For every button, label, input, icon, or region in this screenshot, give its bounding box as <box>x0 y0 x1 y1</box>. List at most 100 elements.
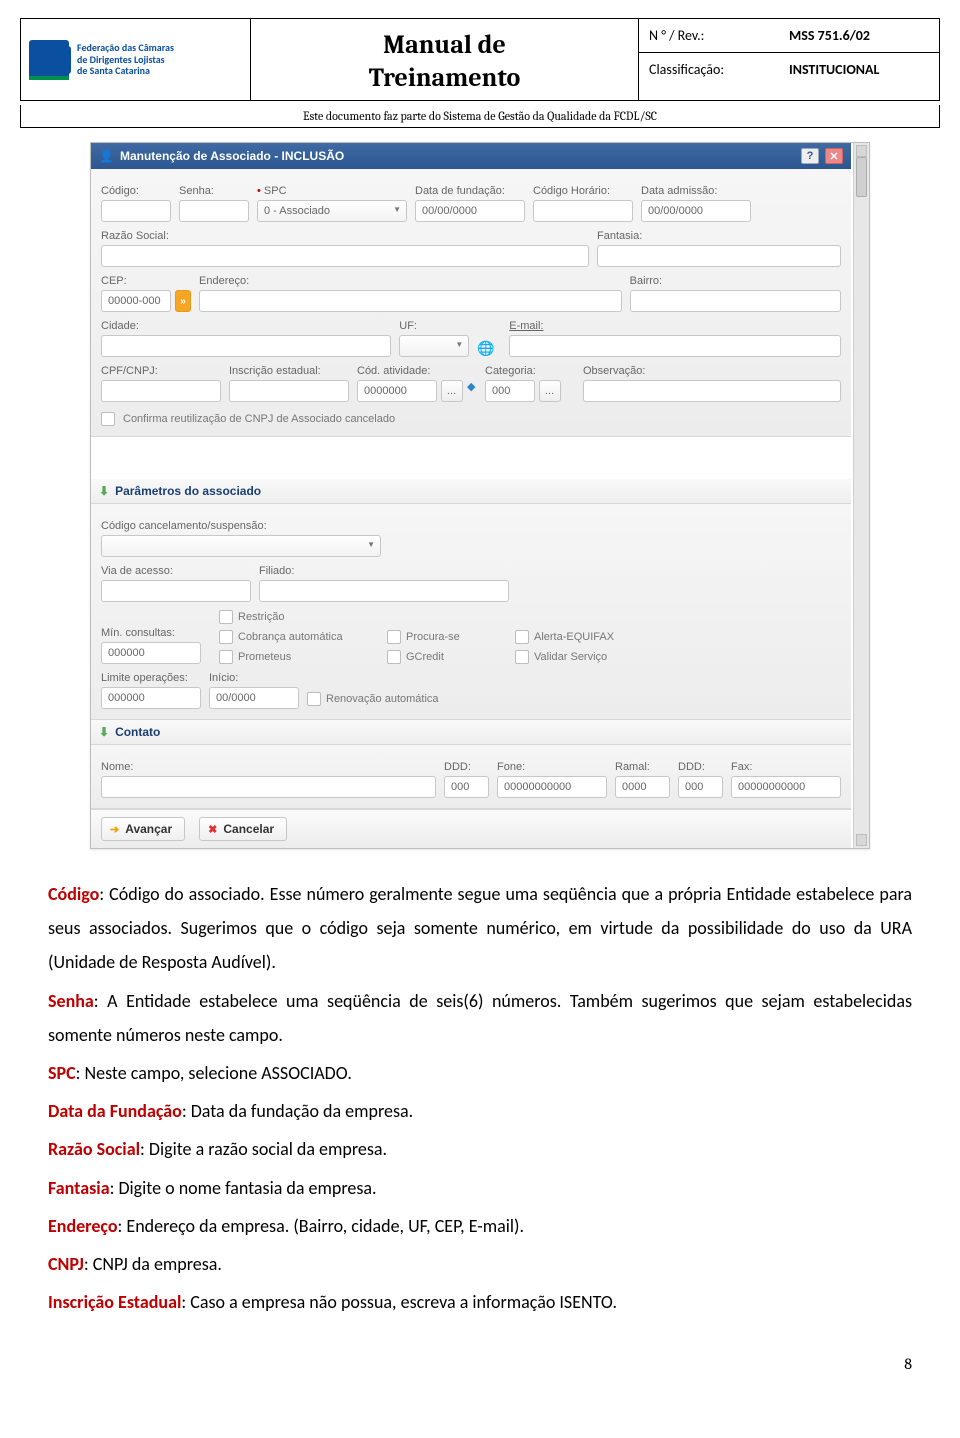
header-meta: N ° / Rev.: MSS 751.6/02 Classificação: … <box>639 19 939 100</box>
label-cod-cancel: Código cancelamento/suspensão: <box>101 520 381 532</box>
input-bairro[interactable] <box>630 290 841 312</box>
label-confirma-cnpj: Confirma reutilização de CNPJ de Associa… <box>123 413 395 425</box>
input-insc-est[interactable] <box>229 380 349 402</box>
input-inicio[interactable] <box>209 687 299 709</box>
label-fantasia: Fantasia: <box>597 230 841 242</box>
input-observacao[interactable] <box>583 380 841 402</box>
checkbox-validar[interactable] <box>515 650 529 664</box>
input-cod-horario[interactable] <box>533 200 633 222</box>
globe-icon[interactable]: 🌐 <box>477 340 501 357</box>
panel-parametros: Código cancelamento/suspensão: Via de ac… <box>91 504 851 720</box>
text-cnpj: : CNPJ da empresa. <box>84 1253 222 1275</box>
section-contato-title: Contato <box>115 725 160 739</box>
scroll-thumb[interactable] <box>856 157 867 197</box>
label-categoria: Categoria: <box>485 365 575 377</box>
label-cep: CEP: <box>101 275 191 287</box>
label-chk-alerta: Alerta-EQUIFAX <box>534 631 614 643</box>
scrollbar[interactable] <box>853 143 869 848</box>
label-chk-restricao: Restrição <box>238 611 284 623</box>
user-icon: 👤 <box>99 149 114 163</box>
input-data-fundacao[interactable] <box>415 200 525 222</box>
close-button[interactable]: ✕ <box>825 148 843 164</box>
input-email[interactable] <box>509 335 841 357</box>
cod-atividade-lookup[interactable]: … <box>441 380 463 402</box>
label-bairro: Bairro: <box>630 275 841 287</box>
label-chk-renovacao: Renovação automática <box>326 693 439 705</box>
header-row-revision: N ° / Rev.: MSS 751.6/02 <box>639 19 939 53</box>
input-categoria[interactable] <box>485 380 535 402</box>
modal-titlebar: 👤 Manutenção de Associado - INCLUSÃO ? ✕ <box>91 143 851 169</box>
input-cep[interactable] <box>101 290 171 312</box>
document-subtitle: Este documento faz parte do Sistema de G… <box>20 105 940 128</box>
text-spc: : Neste campo, selecione ASSOCIADO. <box>76 1062 352 1084</box>
input-contato-ddd2[interactable] <box>678 776 723 798</box>
checkbox-procura[interactable] <box>387 630 401 644</box>
label-contato-ramal: Ramal: <box>615 761 670 773</box>
section-contato: ⬇ Contato <box>91 720 851 745</box>
select-spc[interactable] <box>257 200 407 222</box>
help-button[interactable]: ? <box>801 148 819 164</box>
avancar-button[interactable]: ➔Avançar <box>101 817 185 841</box>
checkbox-renovacao[interactable] <box>307 692 321 706</box>
text-endereco: : Endereço da empresa. (Bairro, cidade, … <box>118 1215 525 1237</box>
label-min-consultas: Mín. consultas: <box>101 627 201 639</box>
select-uf[interactable] <box>399 335 469 357</box>
paragraph-cnpj: CNPJ: CNPJ da empresa. <box>48 1247 912 1281</box>
kw-senha: Senha <box>48 990 94 1012</box>
input-contato-fone[interactable] <box>497 776 607 798</box>
label-data-admissao: Data admissão: <box>641 185 751 197</box>
label-inicio: Início: <box>209 672 299 684</box>
checkbox-gcredit[interactable] <box>387 650 401 664</box>
input-contato-ramal[interactable] <box>615 776 670 798</box>
label-limite-op: Limite operações: <box>101 672 201 684</box>
input-contato-nome[interactable] <box>101 776 436 798</box>
label-razao: Razão Social: <box>101 230 589 242</box>
label-cidade: Cidade: <box>101 320 391 332</box>
input-razao[interactable] <box>101 245 589 267</box>
input-endereco[interactable] <box>199 290 622 312</box>
input-cidade[interactable] <box>101 335 391 357</box>
select-cod-cancel[interactable] <box>101 535 381 557</box>
panel-contato: Nome: DDD: Fone: Ramal: DDD: Fax: <box>91 745 851 809</box>
kw-fantasia: Fantasia <box>48 1177 110 1199</box>
cancelar-button[interactable]: ✖Cancelar <box>199 817 287 841</box>
input-data-admissao[interactable] <box>641 200 751 222</box>
input-filiado[interactable] <box>259 580 509 602</box>
blank-gap <box>91 437 851 479</box>
input-codigo[interactable] <box>101 200 171 222</box>
input-senha[interactable] <box>179 200 249 222</box>
kw-codigo: Código <box>48 883 99 905</box>
label-chk-prometeus: Prometeus <box>238 651 291 663</box>
input-cpfcnpj[interactable] <box>101 380 221 402</box>
label-senha: Senha: <box>179 185 249 197</box>
input-via-acesso[interactable] <box>101 580 251 602</box>
label-contato-ddd1: DDD: <box>444 761 489 773</box>
checkbox-cobranca[interactable] <box>219 630 233 644</box>
input-limite-op[interactable] <box>101 687 201 709</box>
input-fantasia[interactable] <box>597 245 841 267</box>
input-min-consultas[interactable] <box>101 642 201 664</box>
cancel-icon: ✖ <box>208 823 217 836</box>
input-contato-ddd1[interactable] <box>444 776 489 798</box>
checkbox-confirma-cnpj[interactable] <box>101 412 115 426</box>
categoria-lookup[interactable]: … <box>539 380 561 402</box>
document-header: Federação das Câmaras de Dirigentes Loji… <box>20 18 940 101</box>
label-chk-validar: Validar Serviço <box>534 651 607 663</box>
checkbox-alerta[interactable] <box>515 630 529 644</box>
label-contato-ddd2: DDD: <box>678 761 723 773</box>
fcdl-logo-icon <box>29 40 69 80</box>
kw-cnpj: CNPJ <box>48 1253 84 1275</box>
cep-lookup-button[interactable]: » <box>175 290 191 312</box>
label-contato-fone: Fone: <box>497 761 607 773</box>
kw-spc: SPC <box>48 1062 76 1084</box>
logo-text: Federação das Câmaras de Dirigentes Loji… <box>77 42 174 77</box>
input-contato-fax[interactable] <box>731 776 841 798</box>
input-cod-atividade[interactable] <box>357 380 437 402</box>
checkbox-restricao[interactable] <box>219 610 233 624</box>
label-insc-est: Inscrição estadual: <box>229 365 349 377</box>
modal-footer: ➔Avançar ✖Cancelar <box>91 809 851 848</box>
paragraph-insc: Inscrição Estadual: Caso a empresa não p… <box>48 1285 912 1319</box>
checkbox-prometeus[interactable] <box>219 650 233 664</box>
paragraph-spc: SPC: Neste campo, selecione ASSOCIADO. <box>48 1056 912 1090</box>
label-email: E-mail: <box>509 320 841 332</box>
